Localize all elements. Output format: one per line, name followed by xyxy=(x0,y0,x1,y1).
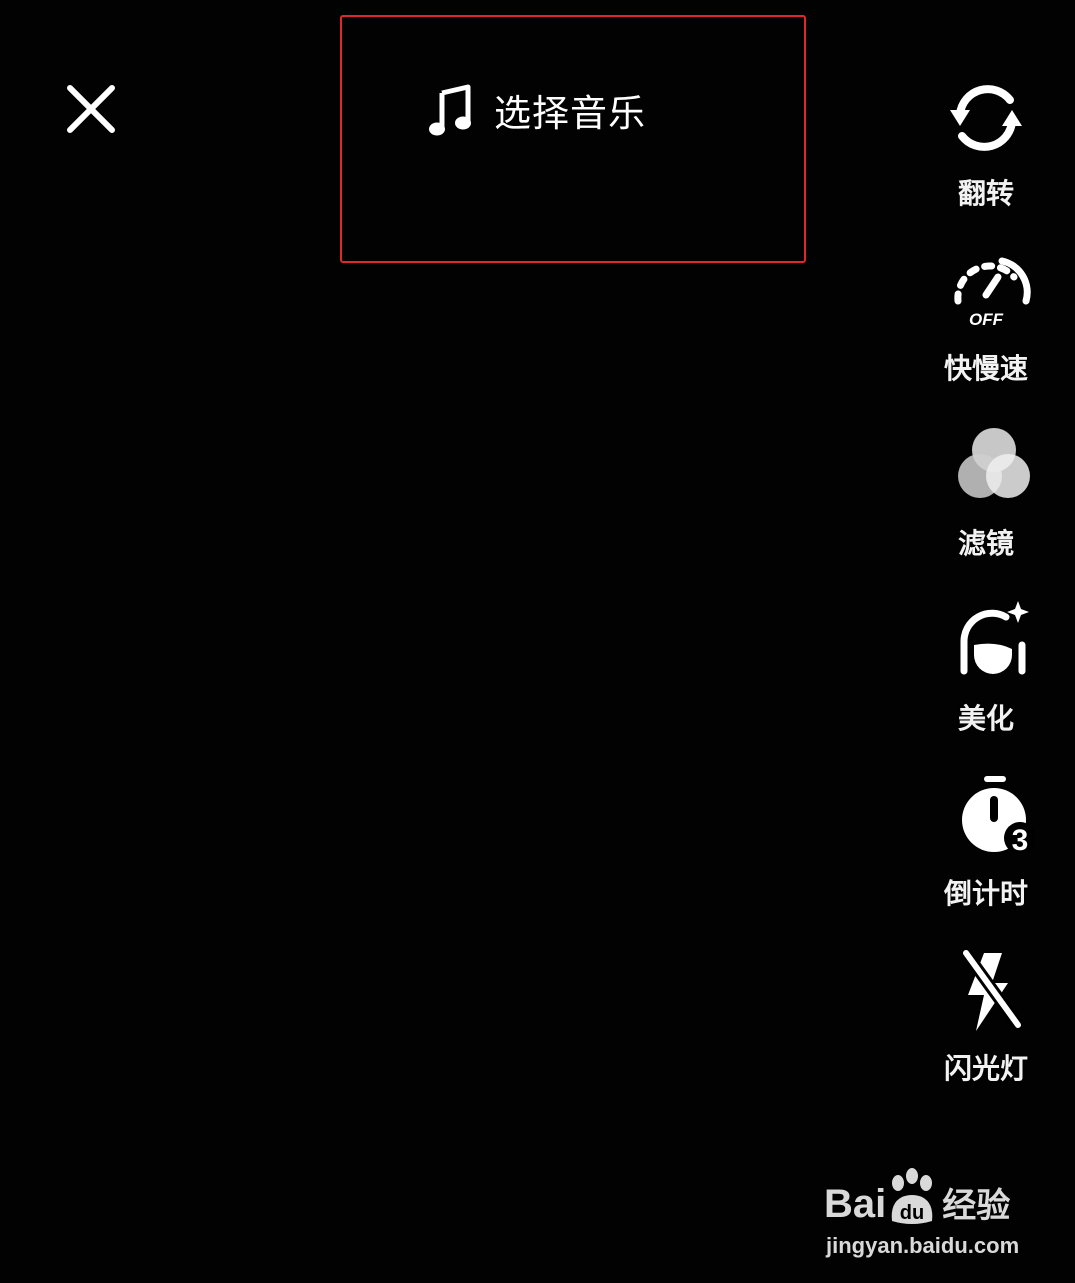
select-music-button[interactable]: 选择音乐 xyxy=(428,82,646,138)
flash-off-icon xyxy=(961,949,1023,1031)
filter-button[interactable]: 滤镜 xyxy=(930,420,1042,562)
beautify-face-icon xyxy=(960,601,1029,675)
filter-circles-icon xyxy=(958,428,1030,498)
countdown-badge: 3 xyxy=(1012,824,1029,857)
camera-screen: 选择音乐 翻转 OFF 快慢速 滤镜 美化 3 倒计时 闪光灯 Bai du 经… xyxy=(0,0,1075,1283)
countdown-button[interactable]: 3 倒计时 xyxy=(930,770,1042,912)
baidu-logo-suffix: 经验 xyxy=(942,1187,1011,1225)
highlight-annotation xyxy=(340,15,806,263)
beautify-label: 美化 xyxy=(957,702,1014,735)
flip-camera-button[interactable]: 翻转 xyxy=(930,70,1042,212)
select-music-label: 选择音乐 xyxy=(494,92,646,135)
filter-label: 滤镜 xyxy=(957,527,1014,560)
paw-icon: du xyxy=(891,1168,933,1224)
baidu-watermark: Bai du 经验 jingyan.baidu.com xyxy=(820,1165,1060,1265)
flip-camera-icon xyxy=(950,85,1022,151)
flip-label: 翻转 xyxy=(957,177,1014,210)
flash-button[interactable]: 闪光灯 xyxy=(930,945,1042,1087)
baidu-logo-prefix: Bai xyxy=(824,1182,887,1226)
flash-label: 闪光灯 xyxy=(943,1052,1028,1085)
speed-button[interactable]: OFF 快慢速 xyxy=(930,245,1042,387)
countdown-label: 倒计时 xyxy=(943,877,1028,910)
speed-label: 快慢速 xyxy=(943,352,1028,385)
speed-gauge-icon: OFF xyxy=(954,257,1031,329)
speed-off-badge: OFF xyxy=(969,310,1004,329)
paw-text: du xyxy=(900,1202,924,1224)
baidu-url: jingyan.baidu.com xyxy=(826,1233,1020,1258)
countdown-timer-icon: 3 xyxy=(962,776,1034,857)
baidu-logo: Bai du 经验 xyxy=(824,1165,1010,1227)
close-button[interactable] xyxy=(62,80,120,138)
beautify-button[interactable]: 美化 xyxy=(930,595,1042,737)
close-icon xyxy=(67,85,115,133)
music-note-icon xyxy=(429,84,471,136)
